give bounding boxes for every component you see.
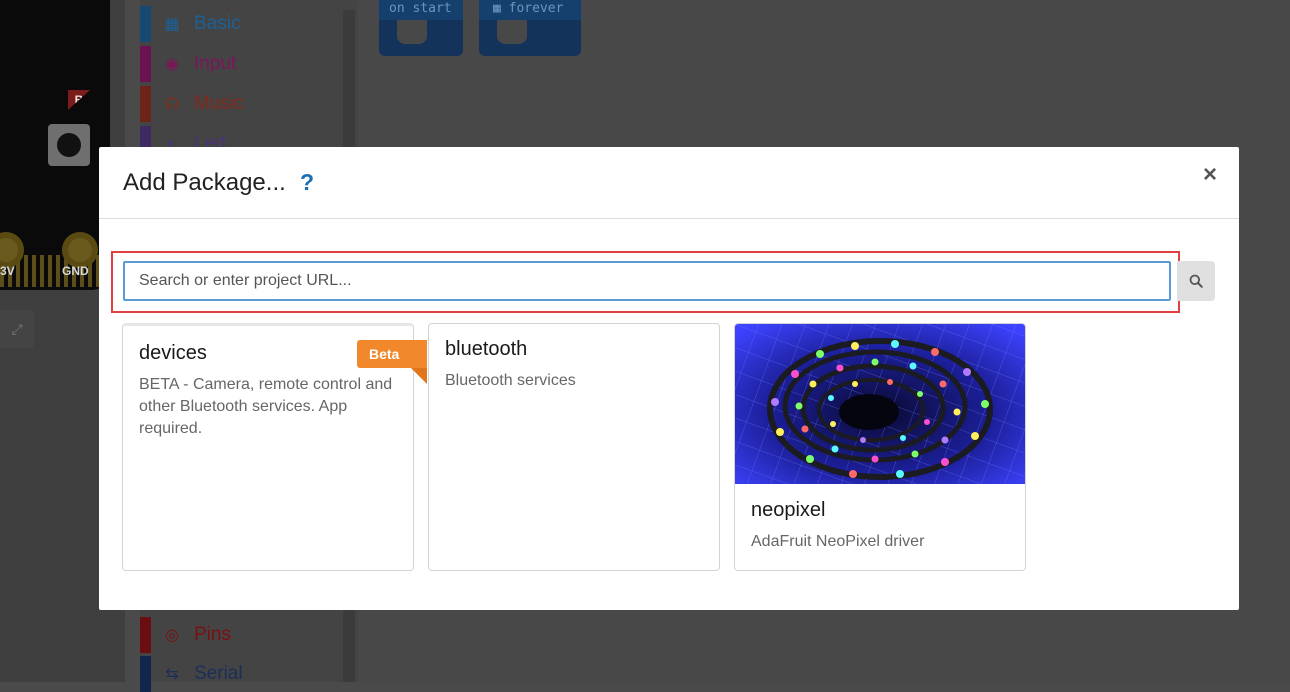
neopixel-image [735,324,1025,484]
search-icon [1189,274,1203,288]
toolbox-item-label: Basic [194,13,241,34]
add-package-dialog: Add Package... ? × devices BETA - Camera… [99,147,1239,610]
block-notch [497,20,527,44]
forever-label-text: forever [508,1,564,16]
card-title: neopixel [751,499,826,521]
package-card-bluetooth[interactable]: bluetooth Bluetooth services [428,323,720,571]
card-title: bluetooth [445,338,528,360]
card-description: BETA - Camera, remote control and other … [139,376,393,437]
card-description: Bluetooth services [445,372,576,389]
toolbox-item-input[interactable]: ◉ Input [140,46,340,82]
grid-icon: ▦ [164,16,180,33]
block-notch [397,20,427,44]
target-icon: ◎ [165,627,179,644]
target-icon: ◉ [165,56,179,73]
toolbox-item-label: Music [194,93,244,114]
fullscreen-icon[interactable]: ⤢ [0,310,34,348]
card-description: AdaFruit NeoPixel driver [751,533,925,550]
toolbox-item-label: Input [194,53,237,74]
search-button[interactable] [1177,261,1215,301]
toolbox-item-pins[interactable]: ◎ Pins [140,617,340,653]
help-icon[interactable]: ? [300,169,314,196]
grid-icon: ▦ [493,1,509,16]
usb-icon: ⇆ [165,666,179,683]
pin-gnd-label: GND [62,264,89,278]
package-card-neopixel[interactable]: neopixel AdaFruit NeoPixel driver [734,323,1026,571]
on-start-block-label: on start [379,0,463,20]
dialog-header: Add Package... ? × [99,147,1239,219]
beta-badge: Beta [357,340,427,368]
beta-badge-fold [411,368,427,384]
toolbox-item-serial[interactable]: ⇆ Serial [140,656,340,692]
forever-block-label: ▦ forever [479,0,581,20]
headphones-icon: ☊ [164,96,180,113]
card-title: devices [139,342,207,364]
close-icon[interactable]: × [1203,161,1217,189]
pin-gnd[interactable] [62,232,98,268]
toolbox-item-basic[interactable]: ▦ Basic [140,6,340,42]
dialog-title: Add Package... [123,169,286,196]
toolbox-item-music[interactable]: ☊ Music [140,86,340,122]
pin-3v-label: 3V [0,264,15,278]
button-b[interactable] [48,124,90,166]
toolbox-item-label: Pins [194,624,231,645]
search-input[interactable] [123,261,1171,301]
